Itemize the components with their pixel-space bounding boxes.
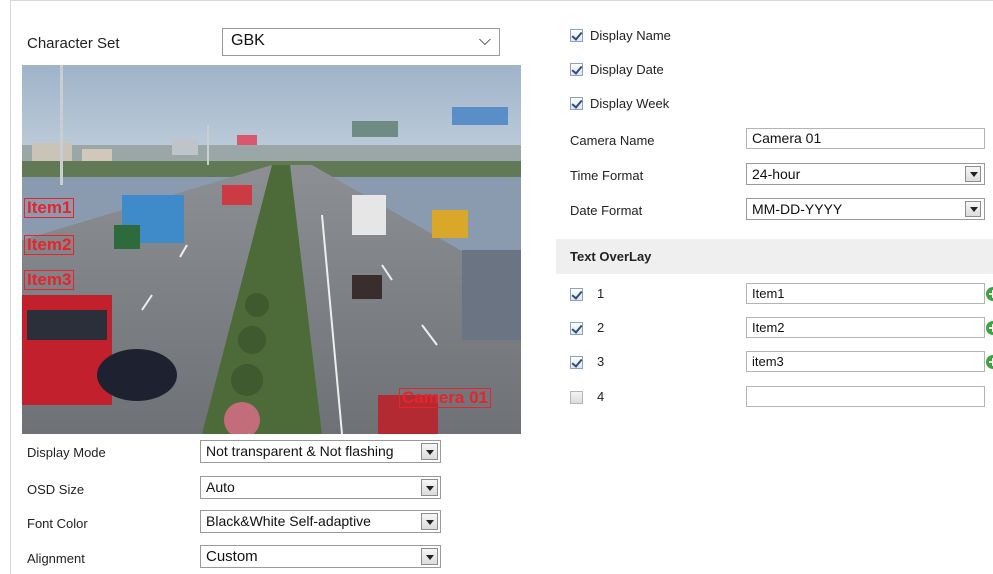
add-circle-icon[interactable] [986, 287, 993, 301]
alignment-select[interactable]: Custom [200, 545, 441, 568]
display-mode-value: Not transparent & Not flashing [206, 443, 394, 459]
text-overlay-header: Text OverLay [556, 239, 993, 274]
display-date-label: Display Date [590, 62, 664, 77]
dropdown-arrow-icon[interactable] [421, 443, 438, 460]
display-week-label: Display Week [590, 96, 670, 111]
display-date-option[interactable]: Display Date [570, 62, 664, 77]
time-format-label: Time Format [570, 168, 644, 183]
alignment-value: Custom [206, 548, 258, 565]
dropdown-arrow-icon[interactable] [421, 479, 438, 496]
add-circle-icon[interactable] [986, 321, 993, 335]
display-week-checkbox[interactable] [570, 97, 583, 110]
time-format-select[interactable]: 24-hour [746, 163, 985, 185]
display-name-label: Display Name [590, 28, 671, 43]
overlay-3-input[interactable]: item3 [746, 351, 985, 372]
dropdown-arrow-icon[interactable] [965, 201, 981, 217]
font-color-value: Black&White Self-adaptive [206, 513, 371, 529]
display-mode-select[interactable]: Not transparent & Not flashing [200, 440, 441, 463]
font-color-select[interactable]: Black&White Self-adaptive [200, 510, 441, 533]
live-video-preview[interactable]: Item1 Item2 Item3 Camera 01 [22, 65, 521, 434]
highway-scene-image [22, 65, 521, 434]
character-set-label: Character Set [27, 35, 120, 52]
font-color-label: Font Color [27, 516, 88, 531]
overlay-3-checkbox[interactable] [570, 356, 583, 369]
osd-size-label: OSD Size [27, 482, 85, 497]
dropdown-arrow-icon[interactable] [421, 513, 438, 530]
character-set-value: GBK [231, 32, 265, 49]
overlay-4-input[interactable] [746, 386, 985, 407]
osd-size-select[interactable]: Auto [200, 476, 441, 499]
overlay-1-input[interactable]: Item1 [746, 283, 985, 304]
overlay-3-number: 3 [597, 354, 605, 369]
overlay-2-checkbox[interactable] [570, 322, 583, 335]
overlay-4-number: 4 [597, 389, 605, 404]
date-format-select[interactable]: MM-DD-YYYY [746, 198, 985, 220]
osd-size-value: Auto [206, 479, 235, 495]
osd-item1-label[interactable]: Item1 [24, 198, 75, 218]
alignment-label: Alignment [27, 551, 85, 566]
overlay-2-number: 2 [597, 320, 605, 335]
camera-name-label: Camera Name [570, 133, 655, 148]
display-week-option[interactable]: Display Week [570, 96, 669, 111]
character-set-select[interactable]: GBK ⌵ [222, 28, 500, 56]
overlay-1-checkbox[interactable] [570, 288, 583, 301]
overlay-1-number: 1 [597, 286, 605, 301]
camera-name-input[interactable]: Camera 01 [746, 128, 985, 149]
display-name-option[interactable]: Display Name [570, 28, 671, 43]
display-mode-label: Display Mode [27, 445, 106, 460]
add-circle-icon[interactable] [986, 355, 993, 369]
display-date-checkbox[interactable] [570, 63, 583, 76]
osd-camera-name-label[interactable]: Camera 01 [399, 388, 492, 408]
overlay-2-input[interactable]: Item2 [746, 317, 985, 338]
osd-item3-label[interactable]: Item3 [24, 270, 75, 290]
date-format-label: Date Format [570, 203, 643, 218]
time-format-value: 24-hour [752, 166, 801, 182]
osd-item2-label[interactable]: Item2 [24, 235, 75, 255]
dropdown-arrow-icon[interactable] [965, 166, 981, 182]
display-name-checkbox[interactable] [570, 29, 583, 42]
dropdown-arrow-icon[interactable] [421, 548, 438, 565]
chevron-down-icon: ⌵ [478, 32, 491, 49]
overlay-4-checkbox[interactable] [570, 391, 583, 404]
date-format-value: MM-DD-YYYY [752, 201, 843, 217]
